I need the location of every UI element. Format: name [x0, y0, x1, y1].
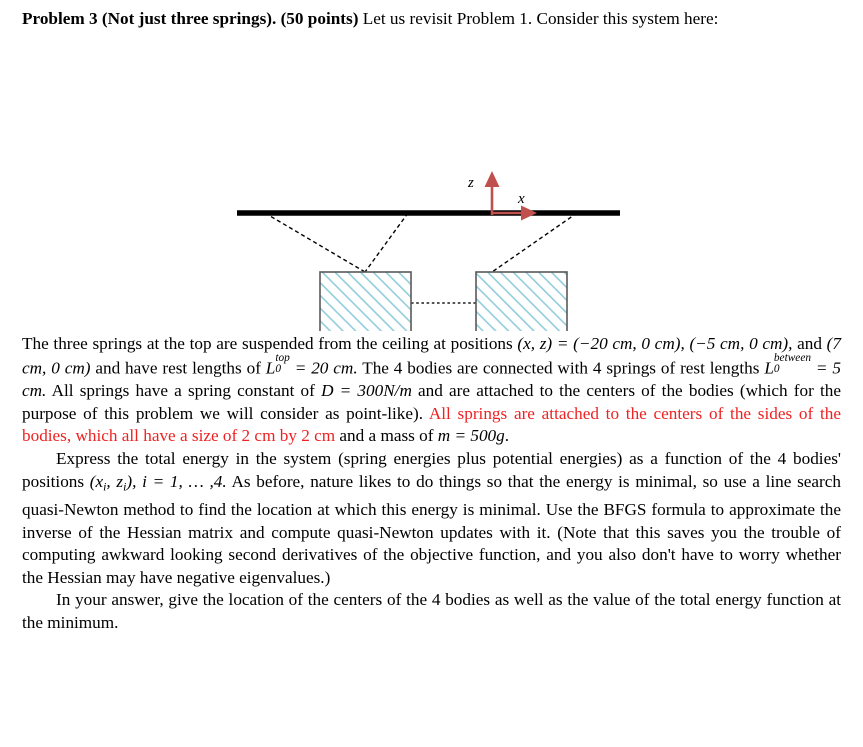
paragraph-answer-request: In your answer, give the location of the… — [22, 589, 841, 634]
body-top-left — [319, 270, 412, 331]
paragraph-springs-description: The three springs at the top are suspend… — [22, 333, 841, 448]
top-spring-3 — [491, 212, 578, 273]
diagram-canvas: z x — [237, 170, 620, 331]
problem-heading: Problem 3 (Not just three springs). (50 … — [22, 9, 359, 28]
p1-text-2: and — [792, 333, 827, 353]
p1-L-between-sub: 0 — [773, 362, 780, 375]
axis-label-x: x — [517, 191, 525, 207]
p1-text-8: . — [504, 426, 510, 446]
top-spring-2 — [364, 212, 409, 273]
p1-D-value: = 300N/m — [333, 381, 412, 401]
coordinate-axes: z x — [467, 170, 537, 221]
bodies-group — [319, 270, 568, 331]
p1-m-symbol: m — [437, 426, 451, 446]
top-springs-group — [264, 211, 578, 273]
p1-L-top-script: top 0 — [275, 352, 290, 375]
problem-heading-paragraph: Problem 3 (Not just three springs). (50 … — [22, 0, 841, 31]
p1-text-7: and a mass of — [335, 426, 438, 446]
document-page: Problem 3 (Not just three springs). (50 … — [0, 0, 863, 747]
body-top-right — [475, 270, 568, 331]
p1-text-3: and have rest lengths of — [90, 358, 266, 378]
p1-L-between-symbol: L — [764, 358, 774, 378]
p1-L-top-sub: 0 — [275, 362, 282, 375]
axis-label-z: z — [467, 175, 474, 191]
p1-L-top-symbol: L — [265, 358, 276, 378]
spring-system-diagram: z x — [0, 31, 863, 331]
p2-positions-mid: , z — [106, 471, 124, 491]
paragraph-energy-task: Express the total energy in the system (… — [22, 448, 841, 589]
p1-text-1: The three springs at the top are suspend… — [22, 333, 518, 353]
p1-coords-label: (x, z) = — [517, 333, 569, 353]
p1-m-value: = 500g — [450, 426, 505, 446]
p1-positions: (−20 cm, 0 cm), (−5 cm, 0 cm), — [573, 333, 793, 353]
p1-text-5: All springs have a spring constant of — [46, 381, 322, 401]
p2-positions-symbol: (x — [89, 471, 104, 491]
p1-L-between-script: between 0 — [773, 352, 811, 375]
p3-text-1: In your answer, give the location of the… — [22, 590, 841, 632]
top-spring-1 — [264, 211, 366, 273]
p1-text-4: The 4 bodies are connected with 4 spring… — [357, 358, 765, 378]
p1-L-top-value: = 20 cm. — [289, 358, 358, 378]
problem-intro-text: Let us revisit Problem 1. Consider this … — [358, 9, 719, 28]
p1-D-symbol: D — [321, 381, 334, 401]
p2-positions-end: ), i = 1, … ,4. — [126, 471, 227, 491]
